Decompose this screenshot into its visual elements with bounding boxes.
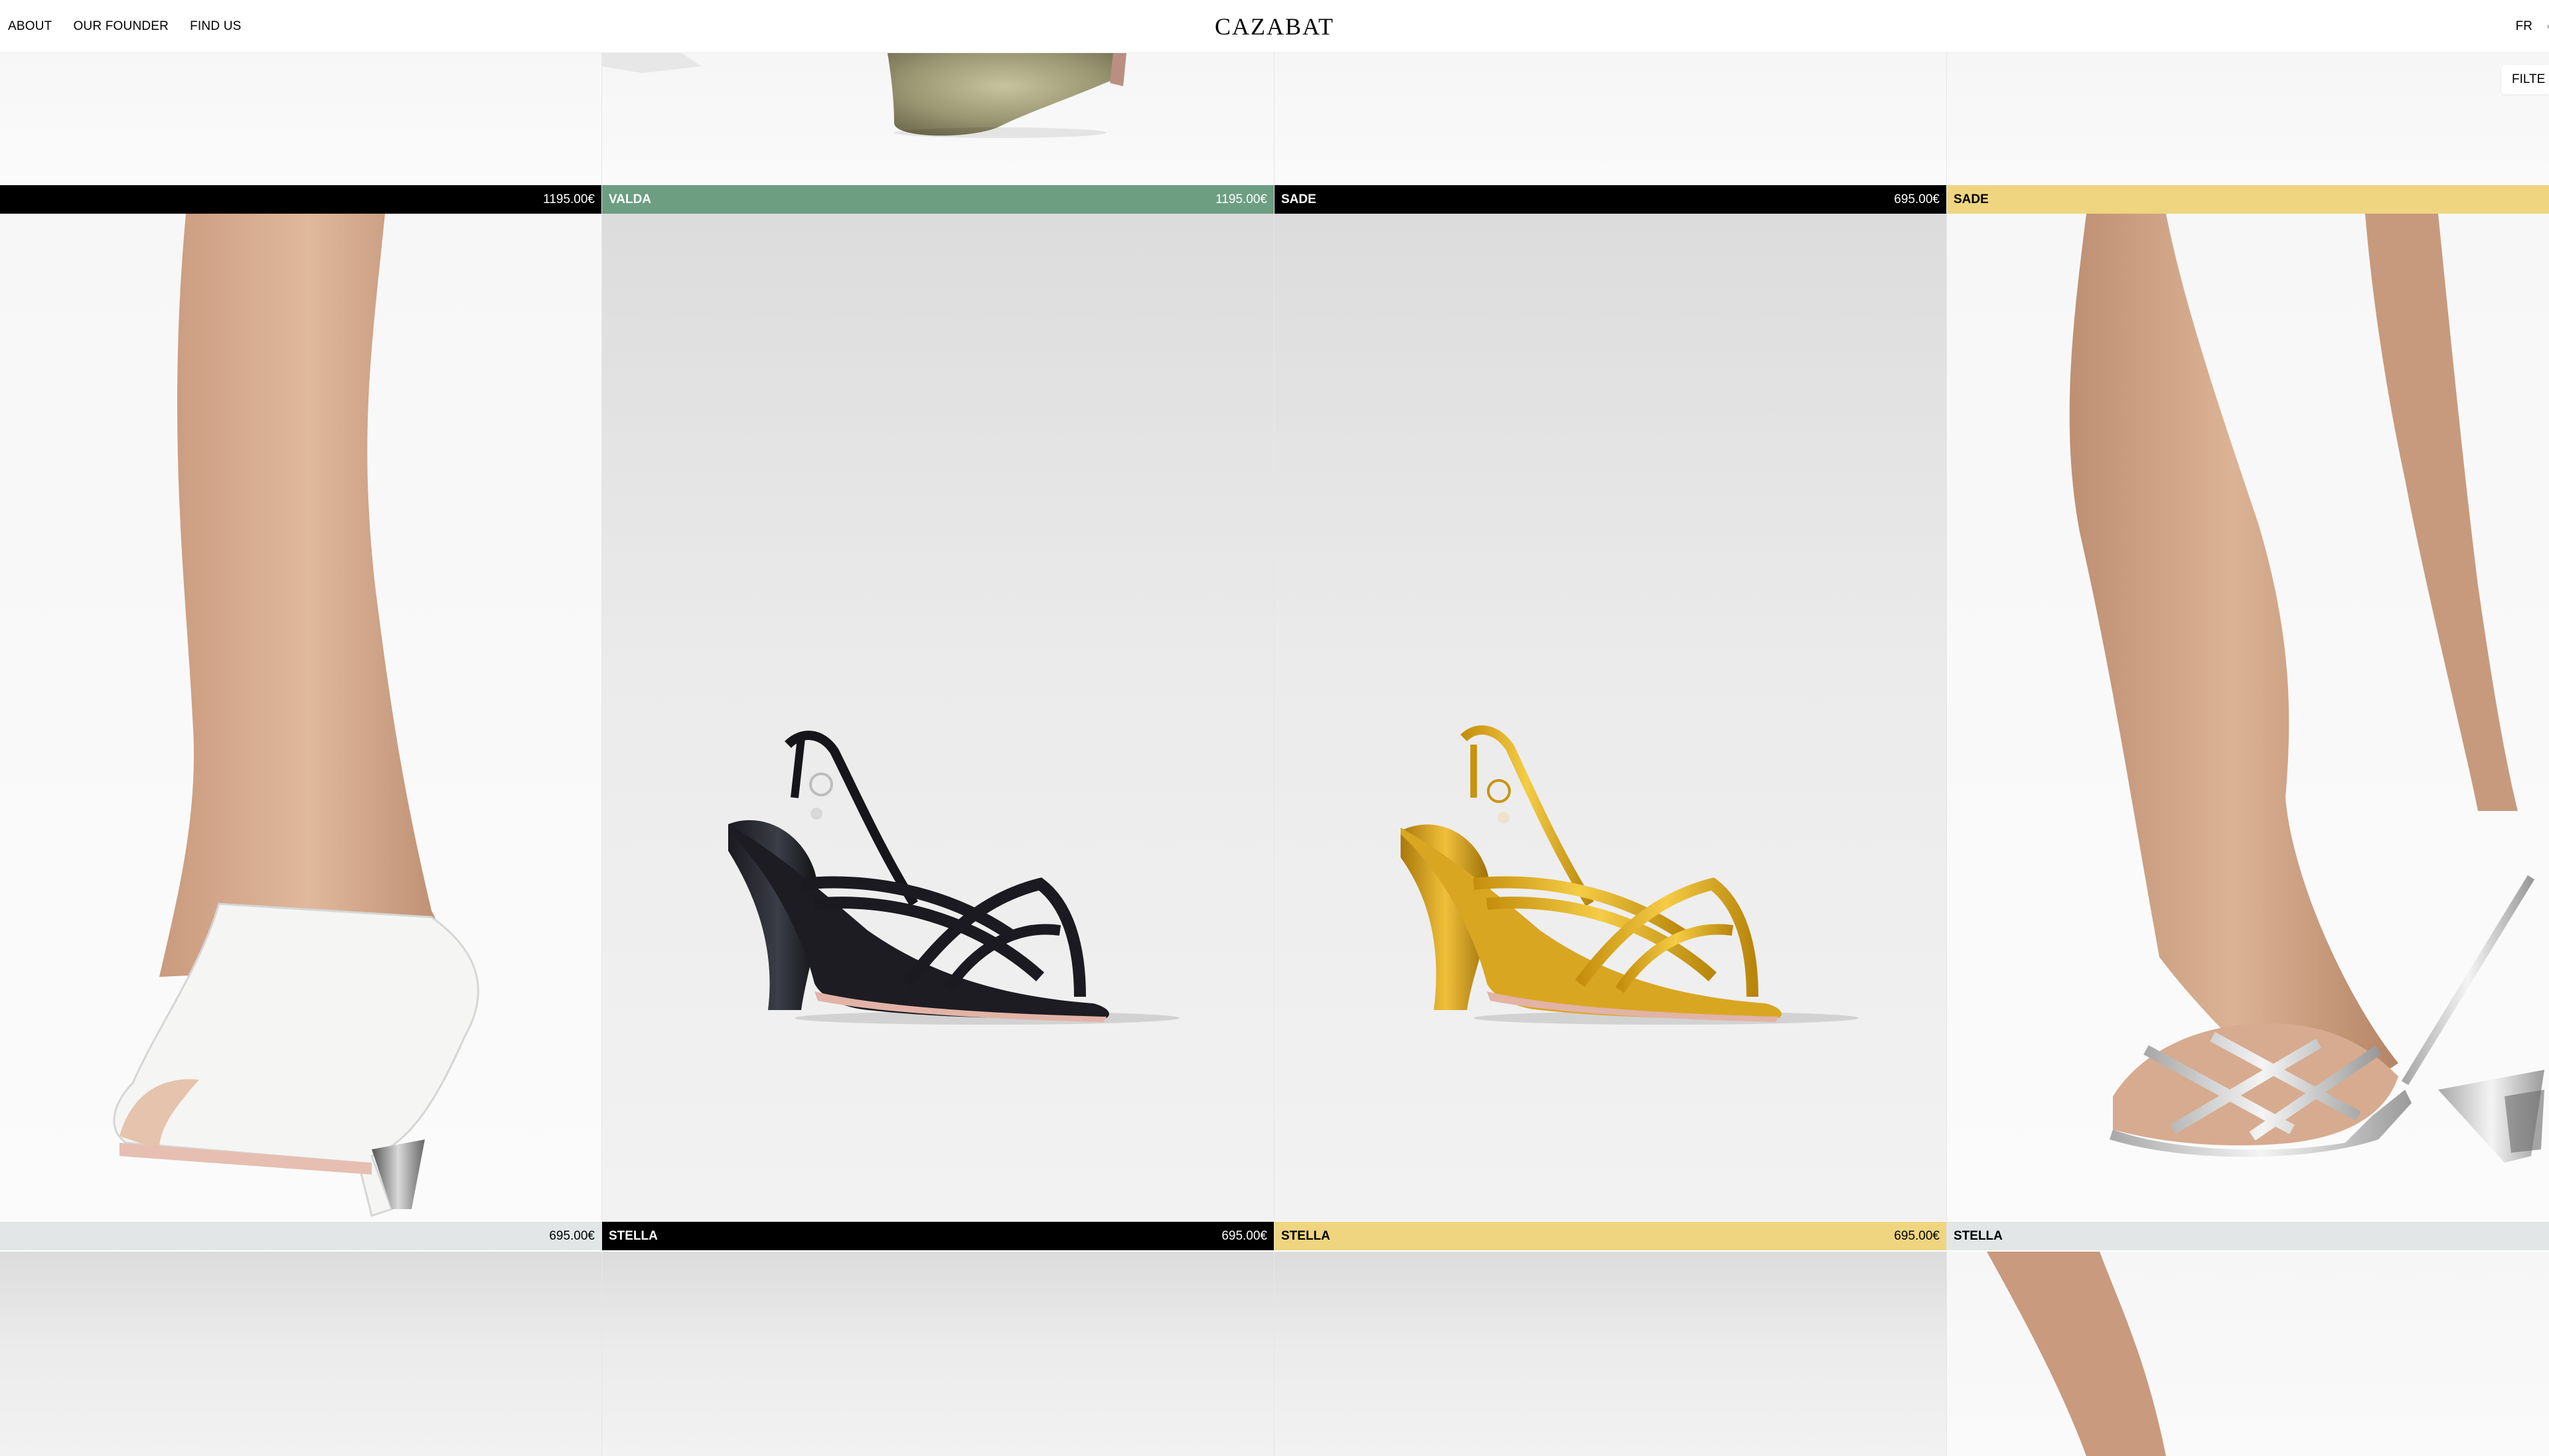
product-name: STELLA bbox=[1281, 1228, 1330, 1243]
product-name: SADE bbox=[1281, 192, 1316, 206]
leg-photo-partial bbox=[1987, 1252, 2166, 1456]
language-switch[interactable]: FR bbox=[2516, 19, 2532, 34]
product-image-top-1[interactable] bbox=[0, 53, 601, 185]
column-divider bbox=[1946, 53, 1947, 1456]
nav-find-us-link[interactable]: FIND US bbox=[190, 19, 241, 34]
product-price: 695.00€ bbox=[549, 1228, 595, 1243]
black-strappy-sandal-photo bbox=[728, 731, 1180, 1025]
product-bar-row2-1[interactable]: 695.00€ bbox=[0, 1222, 601, 1250]
product-price: 695.00€ bbox=[1221, 1228, 1267, 1243]
product-image-gold-sandal[interactable] bbox=[1274, 214, 1946, 1221]
product-name: STELLA bbox=[609, 1228, 658, 1243]
product-image-white-mule[interactable] bbox=[0, 214, 601, 1221]
product-price: 1195.00€ bbox=[1215, 192, 1267, 206]
product-column-4: SADE STELLA bbox=[1947, 0, 2549, 1456]
product-name: SADE bbox=[1954, 192, 1989, 206]
column-divider bbox=[601, 53, 602, 1456]
product-grid: 1195.00€ 695.00€ VALDA 1195.00€ STELLA 6… bbox=[0, 0, 2549, 1456]
product-bar-row1-4[interactable]: SADE bbox=[1947, 185, 2549, 214]
product-image-bottom-3[interactable] bbox=[1274, 1252, 1946, 1456]
product-image-bottom-2[interactable] bbox=[602, 1252, 1274, 1456]
product-image-bottom-4[interactable] bbox=[1947, 1252, 2549, 1456]
olive-metallic-shoe-photo bbox=[602, 53, 1126, 138]
filter-button[interactable]: FILTE bbox=[2501, 65, 2549, 94]
nav-about-link[interactable]: ABOUT bbox=[8, 19, 52, 34]
product-image-black-sandal[interactable] bbox=[602, 214, 1274, 1221]
brand-logo[interactable]: CAZABAT bbox=[1215, 0, 1334, 53]
product-name: VALDA bbox=[609, 192, 652, 206]
product-image-top-2[interactable] bbox=[602, 53, 1274, 185]
product-name: STELLA bbox=[1954, 1228, 2003, 1243]
product-column-2: VALDA 1195.00€ STELLA 695.00€ bbox=[602, 0, 1274, 1456]
silver-sandal-on-foot-photo bbox=[2069, 214, 2544, 1163]
product-image-top-3[interactable] bbox=[1274, 53, 1946, 185]
white-mule-on-foot-photo bbox=[113, 214, 479, 1217]
top-navigation-bar: ABOUT OUR FOUNDER FIND US CAZABAT FR bbox=[0, 0, 2549, 53]
product-price: 695.00€ bbox=[1894, 1228, 1940, 1243]
product-bar-row1-3[interactable]: SADE 695.00€ bbox=[1274, 185, 1946, 214]
main-nav: ABOUT OUR FOUNDER FIND US bbox=[8, 0, 242, 53]
product-column-3: SADE 695.00€ STELLA 695.00€ bbox=[1274, 0, 1946, 1456]
product-bar-row2-2[interactable]: STELLA 695.00€ bbox=[602, 1222, 1274, 1250]
header-right-controls: FR bbox=[2516, 0, 2549, 53]
product-bar-row2-4[interactable]: STELLA bbox=[1947, 1222, 2549, 1250]
product-bar-row1-1[interactable]: 1195.00€ bbox=[0, 185, 601, 214]
gold-strappy-sandal-photo bbox=[1401, 725, 1859, 1025]
product-price: 1195.00€ bbox=[543, 192, 595, 206]
product-bar-row2-3[interactable]: STELLA 695.00€ bbox=[1274, 1222, 1946, 1250]
product-image-bottom-1[interactable] bbox=[0, 1252, 601, 1456]
product-price: 695.00€ bbox=[1894, 192, 1940, 206]
product-image-top-4[interactable] bbox=[1947, 53, 2549, 185]
product-bar-row1-2[interactable]: VALDA 1195.00€ bbox=[602, 185, 1274, 214]
product-column-1: 1195.00€ 695.00€ bbox=[0, 0, 601, 1456]
nav-our-founder-link[interactable]: OUR FOUNDER bbox=[73, 19, 169, 34]
product-image-silver-sandal[interactable] bbox=[1947, 214, 2549, 1221]
